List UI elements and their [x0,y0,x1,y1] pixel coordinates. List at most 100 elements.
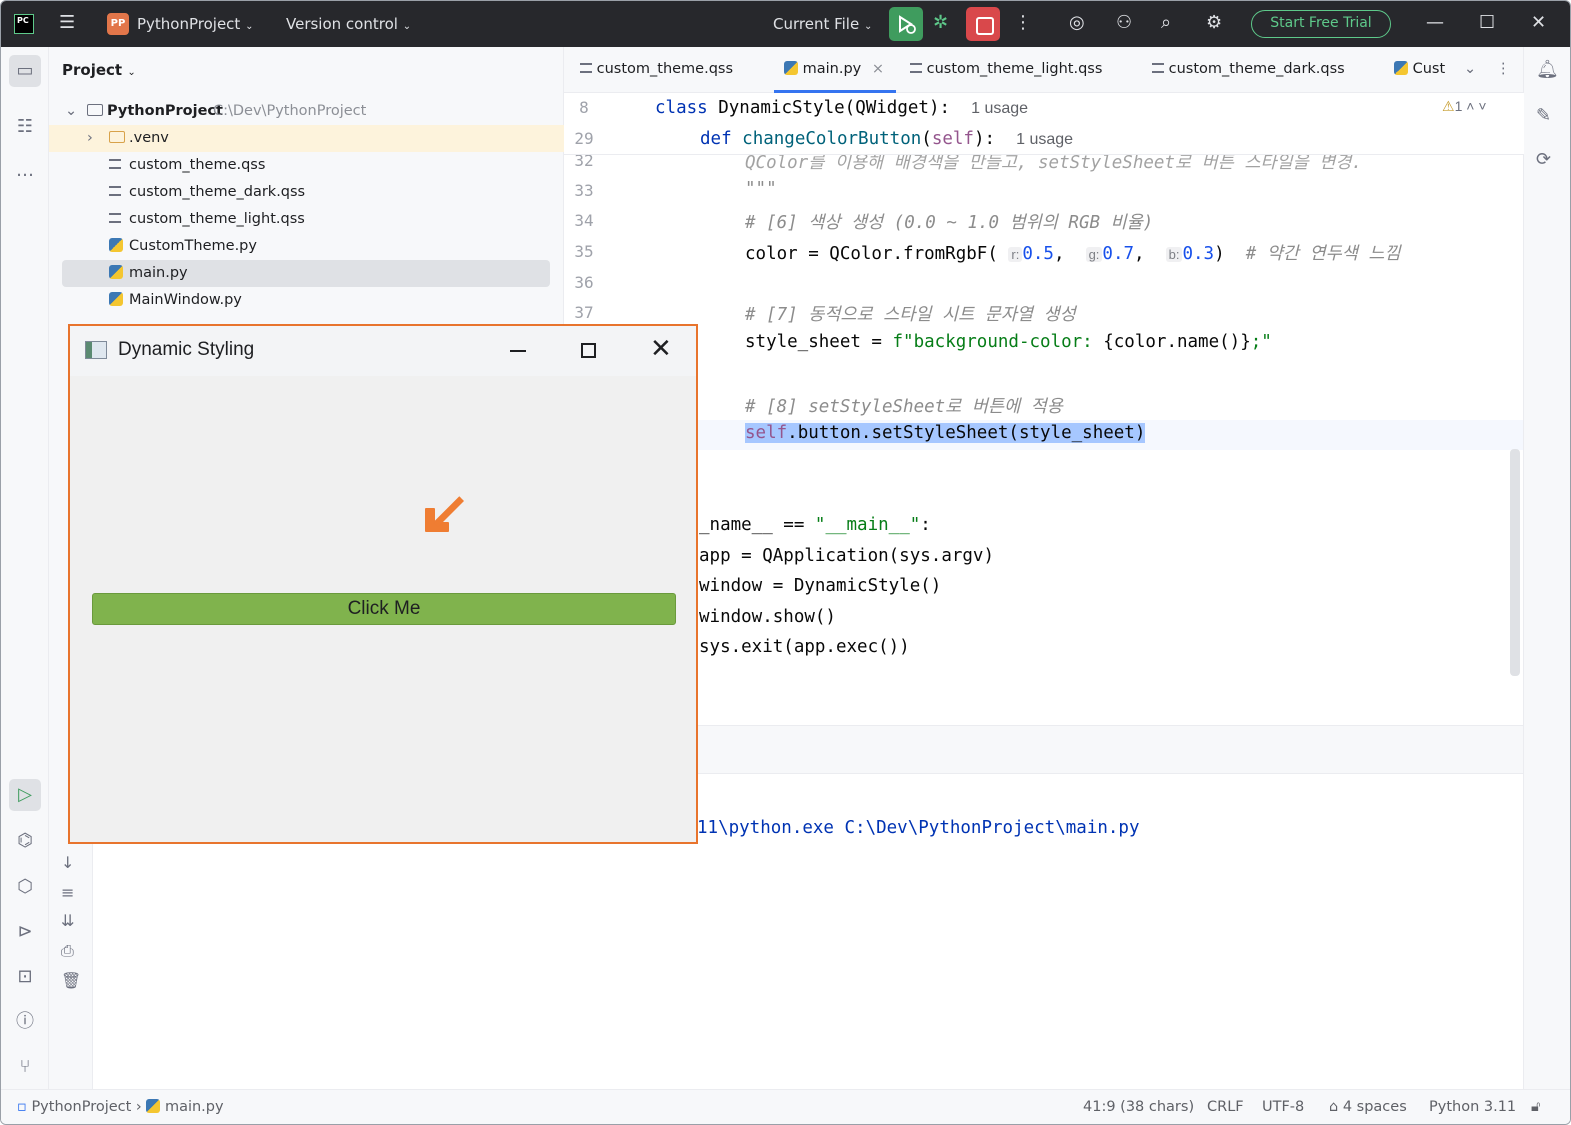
line-number: 33 [574,181,594,200]
breadcrumb-project[interactable]: PythonProject [31,1099,131,1115]
pycharm-logo-icon[interactable]: PC [14,14,34,34]
project-folder-icon[interactable]: ▭ [9,55,41,87]
tree-item-main-py[interactable]: main.py [62,260,550,287]
tree-root[interactable]: ⌄ PythonProject C:\Dev\PythonProject [49,98,564,125]
maximize-icon[interactable]: ☐ [1479,13,1495,33]
sticky-def-line[interactable]: def changeColorButton(self): 1 usage [700,129,1073,149]
scroll-to-end-icon[interactable]: ⇊ [61,911,74,930]
version-control-menu[interactable]: Version control ⌄ [286,15,411,33]
inspection-widget[interactable]: ⚠1 ˄ ˅ [1442,98,1487,115]
python-console-icon[interactable]: ⌬ [13,829,37,853]
code-line-style-sheet[interactable]: style_sheet = f"background-color: {color… [745,332,1272,352]
soft-wrap-icon[interactable]: ≡ [61,883,74,902]
tree-item-custom-theme-light[interactable]: custom_theme_light.qss [49,206,564,233]
qt-window-titlebar[interactable]: Dynamic Styling ✕ [70,326,696,376]
run-tool-icon[interactable]: ▷ [9,779,41,811]
print-icon[interactable]: ⎙ [61,941,74,961]
code-line[interactable]: sys.exit(app.exec()) [699,637,910,657]
maximize-icon[interactable] [581,343,596,358]
vertical-scrollbar[interactable] [1510,449,1520,676]
python-file-icon [109,233,123,260]
line-number: 8 [579,98,589,117]
code-line-set-style-sheet[interactable]: self.button.setStyleSheet(style_sheet) [745,423,1146,443]
app-window-icon [85,341,107,359]
search-icon[interactable]: ⌕ [1161,13,1171,33]
more-actions-icon[interactable]: ⋮ [1014,13,1032,33]
close-tab-icon[interactable]: × [872,61,884,77]
more-tools-icon[interactable]: … [13,159,37,183]
tree-item-custom-theme-dark[interactable]: custom_theme_dark.qss [49,179,564,206]
chevron-down-icon: ⌄ [864,21,873,32]
caret-position[interactable]: 41:9 (38 chars) [1083,1099,1194,1115]
text-file-icon [109,206,121,233]
git-icon[interactable]: ⑂ [13,1055,37,1079]
interpreter-selector[interactable]: Python 3.11 [1429,1099,1516,1115]
tab-custom-theme[interactable]: custom_theme.qss [580,61,733,77]
code-editor[interactable]: 8 class DynamicStyle(QWidget): 1 usage 2… [564,93,1524,816]
code-line[interactable]: # [6] 색상 생성 (0.0 ~ 1.0 범위의 RGB 비율) [745,209,1153,234]
rerun-button[interactable] [889,7,923,41]
breadcrumb[interactable]: ▫ PythonProject › main.py [17,1099,224,1115]
trash-icon[interactable]: 🗑 [61,971,81,990]
line-number: 29 [574,129,594,148]
tab-main-py[interactable]: main.py × [784,61,884,77]
tab-custom-theme-py[interactable]: Cust [1394,61,1445,77]
run-config-selector[interactable]: Current File ⌄ [773,15,872,33]
text-file-icon [109,179,121,206]
ai-assistant-icon[interactable]: ◎ [1069,13,1085,33]
line-number: 37 [574,303,594,322]
indent-setting[interactable]: ⌂ 4 spaces [1329,1099,1407,1115]
tree-item-mainwindow-py[interactable]: MainWindow.py [49,287,564,314]
usage-hint[interactable]: 1 usage [971,100,1028,117]
terminal-icon[interactable]: ⊡ [13,965,37,989]
code-line-main-guard[interactable]: _name__ == "__main__": [699,515,931,535]
minimize-icon[interactable]: — [1426,13,1444,33]
notifications-icon[interactable]: 🔔︎ [1536,59,1559,80]
python-packages-icon[interactable]: ⬡ [13,875,37,899]
close-icon[interactable]: ✕ [650,334,672,364]
structure-icon[interactable]: ☷ [13,115,37,139]
usage-hint[interactable]: 1 usage [1016,131,1073,148]
code-line[interactable]: """ [745,179,777,199]
lock-icon[interactable]: 🔓︎ [1531,1099,1540,1115]
code-line[interactable]: # [7] 동적으로 스타일 시트 문자열 생성 [745,301,1076,326]
settings-gear-icon[interactable]: ⚙ [1206,13,1222,33]
start-free-trial-button[interactable]: Start Free Trial [1251,10,1391,38]
tree-item-custom-theme[interactable]: custom_theme.qss [49,152,564,179]
code-line[interactable]: window = DynamicStyle() [699,576,941,596]
coverage-icon[interactable]: ⟳ [1536,149,1551,170]
code-line[interactable]: # [8] setStyleSheet로 버튼에 적용 [745,393,1063,418]
debug-icon[interactable]: ✲ [933,13,948,33]
number-literal: 0.7 [1102,244,1135,264]
code-line[interactable]: app = QApplication(sys.argv) [699,546,994,566]
problems-icon[interactable]: ⓘ [13,1010,37,1034]
stop-button[interactable] [966,7,1000,41]
project-badge[interactable]: PP [107,13,129,35]
file-encoding[interactable]: UTF-8 [1262,1099,1304,1115]
click-me-button[interactable]: Click Me [92,593,676,625]
tree-item-venv[interactable]: › .venv [49,125,564,152]
tab-label: custom_theme_dark.qss [1168,61,1345,77]
tab-more-icon[interactable]: ⋮ [1496,61,1511,77]
code-line-color[interactable]: color = QColor.fromRgbF( r: 0.5, g: 0.7, b… [745,240,1401,265]
add-user-icon[interactable]: ⚇ [1116,13,1132,33]
main-menu-icon[interactable]: ☰ [59,13,75,33]
tab-custom-theme-dark[interactable]: custom_theme_dark.qss [1152,61,1345,77]
number-literal: 0.5 [1022,244,1054,264]
tab-custom-theme-light[interactable]: custom_theme_light.qss [910,61,1102,77]
breadcrumb-file[interactable]: main.py [165,1099,224,1115]
project-panel-header[interactable]: Project ⌄ [62,61,136,79]
tree-item-customtheme-py[interactable]: CustomTheme.py [49,233,564,260]
project-switcher[interactable]: PythonProject ⌄ [137,15,254,33]
console-command-line[interactable]: 11\python.exe C:\Dev\PythonProject\main.… [697,818,1140,838]
tab-list-chevron-icon[interactable]: ⌄ [1464,61,1476,77]
scroll-down-icon[interactable]: ↓ [61,853,74,872]
minimize-icon[interactable] [510,350,526,352]
line-separator[interactable]: CRLF [1207,1099,1244,1115]
close-icon[interactable]: ✕ [1531,13,1546,33]
inline-comment: # 약간 연두색 느낌 [1245,244,1401,264]
ai-chat-icon[interactable]: ✎ [1536,105,1551,126]
services-icon[interactable]: ⊳ [13,920,37,944]
sticky-class-line[interactable]: class DynamicStyle(QWidget): 1 usage [655,98,1028,118]
code-line[interactable]: window.show() [699,607,836,627]
